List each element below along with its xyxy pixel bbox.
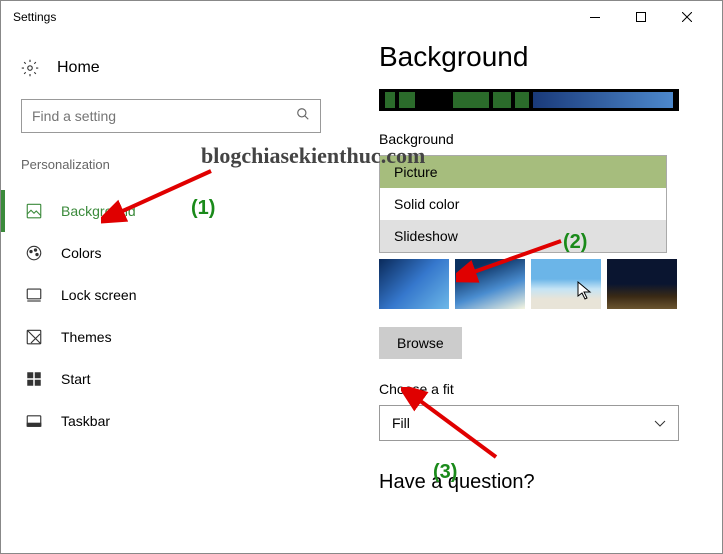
start-icon bbox=[25, 370, 43, 388]
search-input[interactable] bbox=[32, 108, 296, 124]
nav-label: Start bbox=[61, 371, 91, 387]
sidebar: Home Personalization Background Colors L… bbox=[1, 33, 341, 458]
thumbnail[interactable] bbox=[455, 259, 525, 309]
sidebar-item-taskbar[interactable]: Taskbar bbox=[1, 400, 341, 442]
help-question: Have a question? bbox=[379, 471, 702, 494]
nav-label: Colors bbox=[61, 245, 101, 261]
picture-icon bbox=[25, 202, 43, 220]
background-field-label: Background bbox=[379, 131, 702, 147]
minimize-button[interactable] bbox=[572, 1, 618, 33]
dropdown-option-solidcolor[interactable]: Solid color bbox=[380, 188, 666, 220]
search-icon bbox=[296, 107, 310, 126]
sidebar-item-colors[interactable]: Colors bbox=[1, 232, 341, 274]
fit-field-label: Choose a fit bbox=[379, 381, 702, 397]
desktop-preview bbox=[379, 89, 679, 111]
thumbnail[interactable] bbox=[379, 259, 449, 309]
fit-value: Fill bbox=[392, 415, 410, 431]
nav-label: Themes bbox=[61, 329, 112, 345]
browse-button[interactable]: Browse bbox=[379, 327, 462, 359]
taskbar-icon bbox=[25, 412, 43, 430]
search-box[interactable] bbox=[21, 99, 321, 133]
page-title: Background bbox=[379, 41, 702, 73]
chevron-down-icon bbox=[654, 415, 666, 431]
lockscreen-icon bbox=[25, 286, 43, 304]
themes-icon bbox=[25, 328, 43, 346]
maximize-button[interactable] bbox=[618, 1, 664, 33]
sidebar-item-background[interactable]: Background bbox=[1, 190, 341, 232]
titlebar: Settings bbox=[1, 1, 722, 33]
thumbnail[interactable] bbox=[531, 259, 601, 309]
sidebar-item-lockscreen[interactable]: Lock screen bbox=[1, 274, 341, 316]
nav-label: Taskbar bbox=[61, 413, 110, 429]
home-label: Home bbox=[57, 59, 100, 77]
close-button[interactable] bbox=[664, 1, 710, 33]
picture-thumbnails bbox=[379, 259, 702, 309]
thumbnail[interactable] bbox=[607, 259, 677, 309]
nav-label: Lock screen bbox=[61, 287, 136, 303]
gear-icon bbox=[21, 59, 39, 77]
window-title: Settings bbox=[13, 10, 572, 24]
palette-icon bbox=[25, 244, 43, 262]
sidebar-item-start[interactable]: Start bbox=[1, 358, 341, 400]
dropdown-option-slideshow[interactable]: Slideshow bbox=[380, 220, 666, 252]
window-controls bbox=[572, 1, 710, 33]
dropdown-option-picture[interactable]: Picture bbox=[380, 156, 666, 188]
main-content: Background Background Picture Solid colo… bbox=[379, 41, 702, 494]
background-dropdown[interactable]: Picture Solid color Slideshow bbox=[379, 155, 667, 253]
nav-label: Background bbox=[61, 203, 136, 219]
home-nav[interactable]: Home bbox=[1, 49, 341, 87]
fit-dropdown[interactable]: Fill bbox=[379, 405, 679, 441]
sidebar-item-themes[interactable]: Themes bbox=[1, 316, 341, 358]
section-label: Personalization bbox=[1, 157, 341, 172]
